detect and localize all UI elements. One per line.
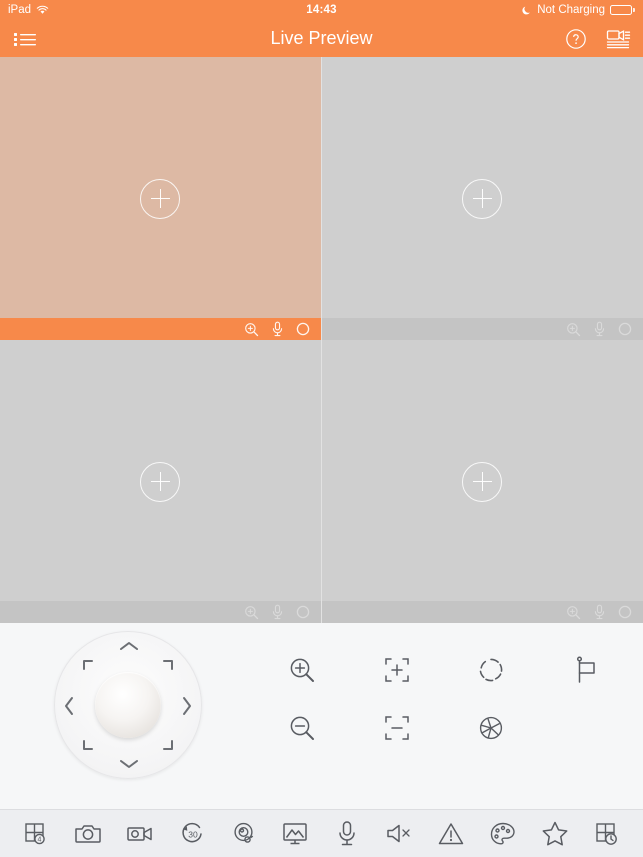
status-bar-right: Not Charging — [522, 4, 635, 16]
moon-icon — [522, 5, 532, 16]
digital-zoom-icon[interactable] — [566, 322, 581, 337]
question-mark-circle-icon[interactable] — [565, 28, 587, 50]
record-icon[interactable] — [618, 605, 632, 619]
focus-near-icon[interactable] — [374, 647, 420, 693]
ptz-control-icon[interactable] — [224, 814, 264, 854]
snapshot-camera-icon[interactable] — [68, 814, 108, 854]
instant-playback-icon[interactable]: 30 — [172, 814, 212, 854]
digital-zoom-icon[interactable] — [566, 605, 581, 620]
playback-grid-icon[interactable] — [587, 814, 627, 854]
microphone-icon[interactable] — [593, 321, 606, 337]
record-icon[interactable] — [296, 322, 310, 336]
svg-text:4: 4 — [38, 836, 42, 843]
charging-status-label: Not Charging — [537, 4, 605, 16]
navbar-right-actions — [565, 28, 631, 50]
favorites-star-icon[interactable] — [535, 814, 575, 854]
ptz-down-arrow[interactable] — [118, 758, 140, 770]
record-icon[interactable] — [296, 605, 310, 619]
plus-circle-icon[interactable] — [140, 178, 181, 219]
channel-window-3-toolbar — [0, 601, 321, 623]
two-way-audio-icon[interactable] — [327, 814, 367, 854]
ptz-joystick[interactable] — [54, 631, 202, 779]
ptz-button-grid — [255, 641, 633, 757]
channel-window-2-toolbar — [321, 318, 643, 340]
battery-icon — [610, 5, 635, 15]
image-settings-icon[interactable] — [275, 814, 315, 854]
microphone-icon[interactable] — [593, 604, 606, 620]
plus-circle-icon[interactable] — [462, 461, 503, 502]
record-icon[interactable] — [618, 322, 632, 336]
camera-list-icon[interactable] — [605, 28, 631, 50]
list-menu-icon[interactable] — [12, 29, 38, 49]
ptz-left-arrow[interactable] — [63, 695, 75, 717]
bottom-toolbar: 4 30 — [0, 809, 643, 857]
window-division-icon[interactable]: 4 — [16, 814, 56, 854]
digital-zoom-icon[interactable] — [244, 605, 259, 620]
ptz-up-left-arrow[interactable] — [82, 659, 96, 673]
microphone-icon[interactable] — [271, 604, 284, 620]
plus-circle-icon[interactable] — [140, 461, 181, 502]
svg-text:30: 30 — [188, 829, 198, 839]
ptz-down-right-arrow[interactable] — [160, 737, 174, 751]
live-preview-screen: iPad 14:43 Not Charging Live Preview 4 3… — [0, 0, 643, 857]
microphone-icon[interactable] — [271, 321, 284, 337]
ptz-up-right-arrow[interactable] — [160, 659, 174, 673]
audio-mute-icon[interactable] — [379, 814, 419, 854]
channel-window-3[interactable] — [0, 340, 322, 623]
channel-window-4[interactable] — [321, 340, 643, 623]
iris-close-icon[interactable] — [468, 705, 514, 751]
ptz-up-arrow[interactable] — [118, 640, 140, 652]
page-title: Live Preview — [270, 28, 373, 48]
ptz-down-left-arrow[interactable] — [82, 737, 96, 751]
navigation-bar: Live Preview — [0, 20, 643, 57]
color-palette-icon[interactable] — [483, 814, 523, 854]
channel-window-4-toolbar — [321, 601, 643, 623]
ptz-joystick-knob[interactable] — [95, 672, 161, 738]
zoom-in-icon[interactable] — [279, 647, 325, 693]
ptz-right-arrow[interactable] — [181, 695, 193, 717]
preset-flag-icon[interactable] — [563, 647, 609, 693]
ios-status-bar: iPad 14:43 Not Charging — [0, 0, 643, 20]
digital-zoom-icon[interactable] — [244, 322, 259, 337]
zoom-out-icon[interactable] — [279, 705, 325, 751]
plus-circle-icon[interactable] — [462, 178, 503, 219]
alarm-warning-icon[interactable] — [431, 814, 471, 854]
record-video-icon[interactable] — [120, 814, 160, 854]
iris-open-icon[interactable] — [468, 647, 514, 693]
channel-window-1[interactable] — [0, 57, 322, 340]
focus-far-icon[interactable] — [374, 705, 420, 751]
video-grid — [0, 57, 643, 623]
ptz-control-panel — [0, 623, 643, 809]
channel-window-1-toolbar — [0, 318, 321, 340]
channel-window-2[interactable] — [321, 57, 643, 340]
